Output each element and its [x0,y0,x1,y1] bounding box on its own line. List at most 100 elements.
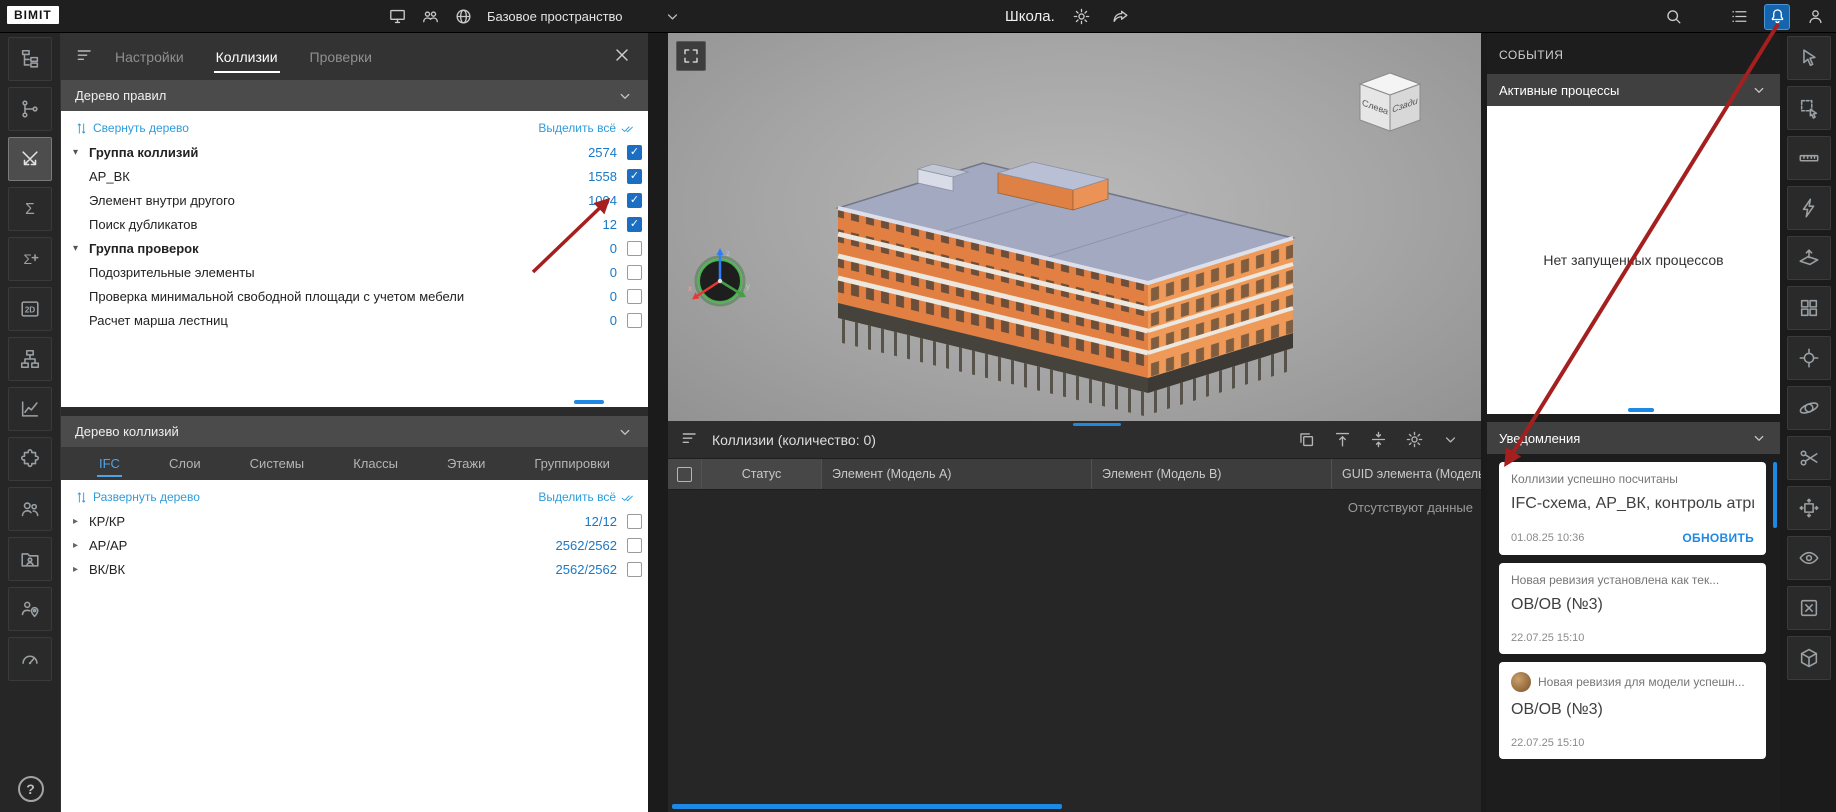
view-2d-button[interactable]: 2D [8,287,52,331]
panel-tab[interactable]: Коллизии [216,33,278,80]
notification-card[interactable]: Новая ревизия для модели успешн... ОВ/ОВ… [1499,662,1766,759]
column-header[interactable]: Элемент (Модель В) [1092,459,1332,489]
rule-checkbox[interactable] [627,289,642,304]
sum-plus-button[interactable]: Σ [8,237,52,281]
collision-tree-tab[interactable]: Группировки [532,448,612,479]
connections-button[interactable] [8,87,52,131]
rule-checkbox[interactable] [627,169,642,184]
duplicate-view-button[interactable] [1297,430,1317,450]
visibility-button[interactable] [1787,536,1831,580]
collision-row-checkbox[interactable] [627,514,642,529]
select-all-link[interactable]: Выделить всё [538,121,634,135]
panel-tab[interactable]: Настройки [115,33,184,80]
workspace-display-button[interactable] [385,5,409,29]
rule-row[interactable]: Группа коллизий 2574 [61,140,648,164]
collision-tree-row[interactable]: АР/АР 2562/2562 [61,533,648,557]
sum-button[interactable]: Σ [8,187,52,231]
expand-tree-link[interactable]: Развернуть дерево [75,490,200,504]
grid-view-button[interactable] [1787,286,1831,330]
panel-tab[interactable]: Проверки [310,33,372,80]
vertical-scrollbar[interactable] [1773,462,1777,528]
rule-checkbox[interactable] [627,241,642,256]
collision-tree-tab[interactable]: Классы [351,448,400,479]
select-all-checkbox[interactable] [677,467,692,482]
fullscreen-button[interactable] [676,41,706,71]
collision-tree-tab[interactable]: Этажи [445,448,487,479]
project-settings-icon[interactable] [1070,5,1094,29]
measure-button[interactable] [1787,136,1831,180]
navigation-cube[interactable]: Слева Сзади [1350,69,1430,141]
orbit-button[interactable] [1787,386,1831,430]
fit-top-button[interactable] [1333,430,1353,450]
rule-row[interactable]: Группа проверок 0 [61,236,648,260]
rule-row[interactable]: Расчет марша лестниц 0 [61,308,648,332]
shared-folders-button[interactable] [8,537,52,581]
collisions-button[interactable] [8,137,52,181]
focus-button[interactable] [1787,336,1831,380]
fit-center-button[interactable] [1369,430,1389,450]
expand-arrow-icon[interactable] [73,243,89,254]
expand-arrow-icon[interactable] [73,540,89,551]
plugins-button[interactable] [8,437,52,481]
user-location-button[interactable] [8,587,52,631]
users-button[interactable] [8,487,52,531]
account-button[interactable] [1802,4,1828,30]
scrollbar-thumb[interactable] [1628,408,1654,412]
rule-checkbox[interactable] [627,265,642,280]
collapse-section-icon[interactable] [616,87,634,105]
select-cursor-button[interactable] [1787,36,1831,80]
rule-checkbox[interactable] [627,313,642,328]
expand-arrow-icon[interactable] [73,147,89,158]
collapse-section-icon[interactable] [1750,81,1768,99]
rule-row[interactable]: Элемент внутри другого 1004 [61,188,648,212]
rule-row[interactable]: Подозрительные элементы 0 [61,260,648,284]
collision-tree-row[interactable]: КР/КР 12/12 [61,509,648,533]
notifications-header[interactable]: Уведомления [1487,422,1780,454]
column-header[interactable]: Элемент (Модель А) [822,459,1092,489]
collision-tree-tab[interactable]: Системы [248,448,306,479]
horizontal-scrollbar[interactable] [672,804,1062,809]
collapse-table-button[interactable] [1441,430,1461,450]
column-header[interactable]: Статус [702,459,822,489]
resize-handle[interactable] [1073,423,1121,426]
help-button[interactable]: ? [18,776,44,802]
rules-tree-header[interactable]: Дерево правил [61,80,648,111]
notifications-button[interactable] [1764,4,1790,30]
rule-row[interactable]: Поиск дубликатов 12 [61,212,648,236]
table-menu-icon[interactable] [680,429,702,451]
collapse-section-icon[interactable] [616,423,634,441]
workspace-selector[interactable]: Базовое пространство [487,9,623,24]
notification-card[interactable]: Коллизии успешно посчитаны IFC-схема, АР… [1499,462,1766,555]
collapse-section-icon[interactable] [1750,429,1768,447]
view-cube-button[interactable] [1787,636,1831,680]
rule-checkbox[interactable] [627,145,642,160]
close-panel-icon[interactable] [612,45,634,67]
hide-object-button[interactable] [1787,586,1831,630]
model-structure-button[interactable] [8,37,52,81]
axis-gizmo[interactable]: z x y [682,241,758,317]
collision-tree-tab[interactable]: IFC [97,448,122,479]
collision-tree-header[interactable]: Дерево коллизий [61,416,648,447]
column-header[interactable]: GUID элемента (Модель А) [1332,459,1481,489]
workspace-chevron-icon[interactable] [661,5,685,29]
clip-button[interactable] [1787,436,1831,480]
refresh-button[interactable]: ОБНОВИТЬ [1682,531,1754,545]
collapse-tree-link[interactable]: Свернуть дерево [75,121,189,135]
hierarchy-button[interactable] [8,337,52,381]
web-globe-button[interactable] [451,5,475,29]
viewport-3d[interactable]: Слева Сзади z x y [668,33,1481,421]
panel-menu-icon[interactable] [75,46,97,68]
rule-checkbox[interactable] [627,217,642,232]
rule-row[interactable]: АР_ВК 1558 [61,164,648,188]
task-list-button[interactable] [1726,4,1752,30]
collision-tree-tab[interactable]: Слои [167,448,203,479]
team-button[interactable] [418,5,442,29]
scrollbar-thumb[interactable] [574,400,604,404]
transform-button[interactable] [1787,486,1831,530]
notification-card[interactable]: Новая ревизия установлена как тек... ОВ/… [1499,563,1766,654]
select-area-button[interactable] [1787,86,1831,130]
active-processes-header[interactable]: Активные процессы [1487,74,1780,106]
search-button[interactable] [1660,4,1686,30]
expand-arrow-icon[interactable] [73,564,89,575]
collision-tree-row[interactable]: ВК/ВК 2562/2562 [61,557,648,581]
